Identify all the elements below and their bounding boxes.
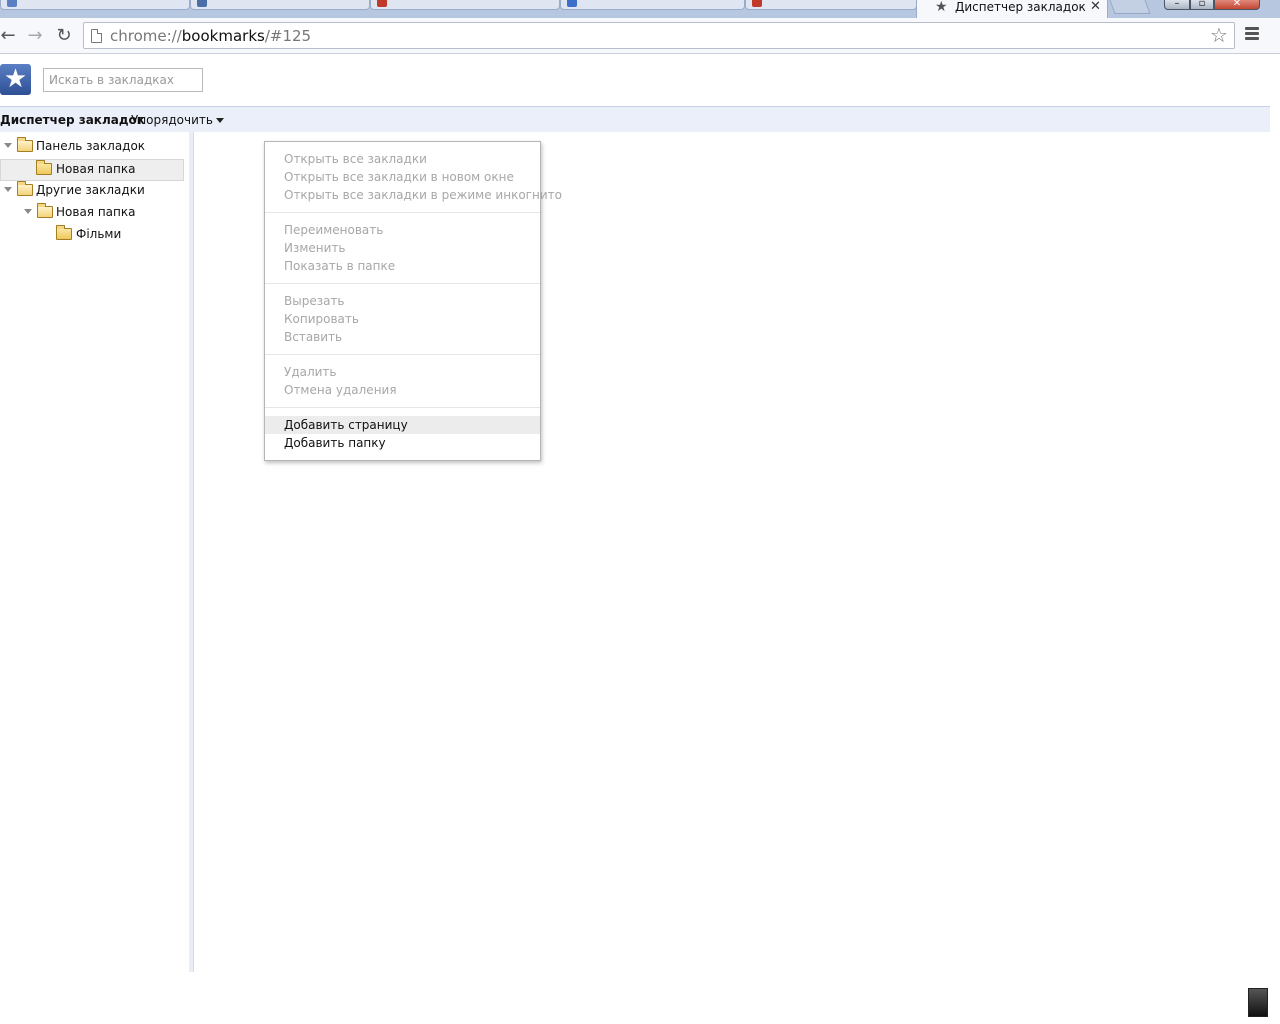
tree-item-other-bookmarks[interactable]: Другие закладки (0, 180, 189, 202)
menu-item-open-all-new-window: Открыть все закладки в новом окне (284, 170, 514, 184)
folder-tree: Панель закладок Новая папка Другие закла… (0, 132, 189, 972)
url-path: /#125 (264, 27, 312, 45)
tree-item-films[interactable]: Фільми (0, 224, 189, 246)
tab-favicon-icon (752, 0, 762, 7)
folder-icon (36, 160, 52, 175)
reload-icon[interactable]: ↻ (53, 25, 75, 47)
context-menu: Открыть все закладки Открыть все закладк… (264, 141, 562, 461)
page-icon (91, 29, 102, 43)
address-bar[interactable]: chrome://bookmarks/#125 ☆ (83, 22, 1235, 49)
expand-triangle-icon[interactable] (24, 209, 32, 214)
menu-item-add-folder[interactable]: Добавить папку (265, 434, 540, 452)
page-title: Диспетчер закладок (0, 113, 145, 127)
background-tab[interactable] (190, 0, 370, 10)
tree-item-label: Другие закладки (36, 183, 145, 197)
menu-item-paste: Вставить (284, 330, 343, 344)
window-close-button[interactable]: ✕ (1214, 0, 1260, 10)
tab-favicon-icon (377, 0, 387, 7)
folder-open-icon (37, 203, 53, 218)
folder-icon (56, 225, 72, 240)
menu-item-open-all: Открыть все закладки (284, 152, 427, 166)
address-url[interactable]: chrome://bookmarks/#125 (110, 27, 311, 45)
tree-item-label: Фільми (76, 227, 122, 241)
folder-open-icon (17, 137, 33, 152)
menu-separator (265, 407, 540, 408)
tree-item-bookmarks-bar[interactable]: Панель закладок (0, 136, 189, 158)
tab-favicon-icon (567, 0, 577, 7)
hamburger-menu-icon[interactable] (1245, 27, 1259, 43)
tab-favicon-icon (197, 0, 207, 7)
new-tab-button[interactable] (1109, 0, 1151, 14)
expand-triangle-icon[interactable] (4, 187, 12, 192)
menu-item-delete: Удалить (284, 365, 337, 379)
menu-separator (265, 283, 540, 284)
header-bar: Диспетчер закладок Упорядочить (0, 106, 1270, 132)
url-scheme: chrome:// (110, 27, 182, 45)
taskbar-corner[interactable] (1248, 988, 1268, 1017)
active-tab-title: Диспетчер закладок (955, 0, 1086, 14)
menu-item-add-page[interactable]: Добавить страницу (265, 416, 540, 434)
star-outline-icon[interactable]: ☆ (1210, 24, 1228, 46)
window-controls: – ▫ ✕ (1164, 0, 1260, 10)
caret-down-icon (215, 118, 224, 123)
menu-item-cut: Вырезать (284, 294, 345, 308)
tree-item-label: Новая папка (56, 205, 136, 219)
menu-separator (265, 354, 540, 355)
background-tab[interactable] (745, 0, 917, 10)
splitter[interactable] (189, 132, 194, 972)
tree-item-label: Новая папка (56, 162, 136, 176)
tree-item-label: Панель закладок (36, 139, 146, 153)
maximize-button[interactable]: ▫ (1190, 0, 1214, 10)
star-icon: ★ (935, 0, 948, 15)
menu-item-undo-delete: Отмена удаления (284, 383, 397, 397)
menu-item-open-all-incognito: Открыть все закладки в режиме инкогнито (284, 188, 562, 202)
browser-toolbar: ← → ↻ chrome://bookmarks/#125 ☆ (0, 18, 1280, 54)
bookmarks-logo-icon: ★ (0, 64, 31, 95)
arrow-left-icon[interactable]: ← (0, 25, 19, 47)
minimize-button[interactable]: – (1164, 0, 1190, 10)
tab-strip: ★ Диспетчер закладок ✕ – ▫ ✕ (0, 0, 1280, 18)
search-input[interactable] (43, 68, 203, 92)
arrow-right-icon[interactable]: → (24, 25, 46, 47)
folder-open-icon (17, 181, 33, 196)
url-host: bookmarks (181, 27, 265, 45)
background-tab[interactable] (0, 0, 190, 10)
menu-separator (265, 212, 540, 213)
close-icon[interactable]: ✕ (1090, 0, 1101, 14)
active-tab[interactable]: ★ Диспетчер закладок ✕ (916, 0, 1108, 18)
menu-item-rename: Переименовать (284, 223, 384, 237)
tab-favicon-icon (7, 0, 17, 7)
background-tab[interactable] (370, 0, 560, 10)
tree-item-new-folder-selected[interactable]: Новая папка (0, 159, 184, 181)
menu-item-show-in-folder: Показать в папке (284, 259, 396, 273)
background-tab[interactable] (560, 0, 745, 10)
menu-item-copy: Копировать (284, 312, 359, 326)
expand-triangle-icon[interactable] (4, 143, 12, 148)
tree-item-new-folder[interactable]: Новая папка (0, 202, 189, 224)
organize-menu-button[interactable]: Упорядочить (131, 113, 224, 127)
menu-item-edit: Изменить (284, 241, 346, 255)
organize-label: Упорядочить (131, 113, 213, 127)
